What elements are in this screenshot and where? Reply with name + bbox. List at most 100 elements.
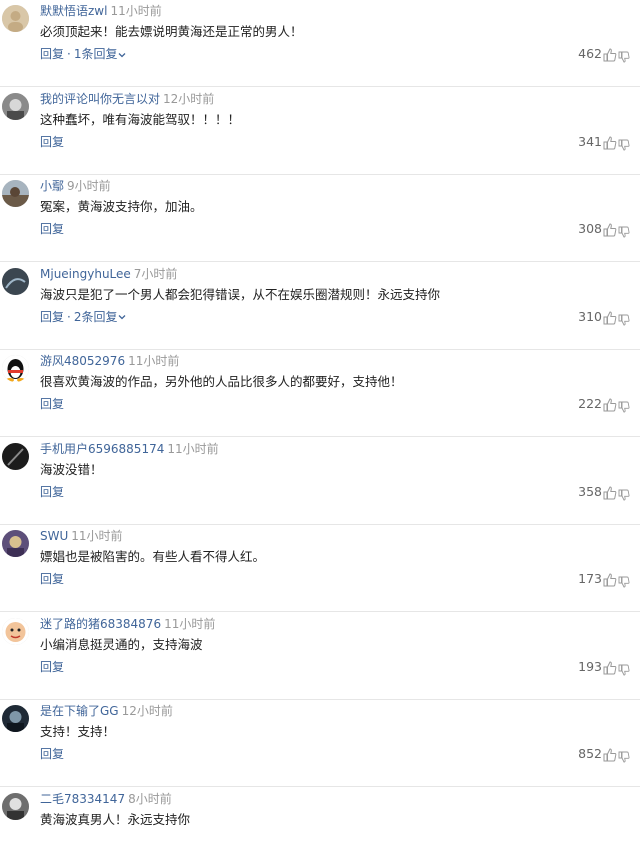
- like-count: 222: [578, 396, 602, 411]
- thumbs-down-icon[interactable]: [618, 311, 630, 325]
- reply-button[interactable]: 回复: [40, 222, 64, 236]
- comment-time: 11小时前: [110, 4, 162, 18]
- comment-text: 海波没错！: [40, 461, 103, 477]
- like-count: 310: [578, 308, 602, 324]
- username-link[interactable]: 默默悟语zwl: [40, 4, 107, 18]
- thumbs-up-icon[interactable]: [603, 747, 617, 762]
- reply-button[interactable]: 回复: [40, 397, 64, 411]
- comment-item: MjueingyhuLee 7小时前 海波只是犯了一个男人都会犯得错误，从不在娱乐…: [0, 263, 640, 350]
- like-count: 193: [578, 658, 602, 674]
- like-count: 308: [578, 221, 602, 236]
- comment-item: 我的评论叫你无言以对 12小时前 这种蠢坏，唯有海波能驾驭！！！！ 回复 341: [0, 88, 640, 175]
- comment-item: SWU 11小时前 嫖娼也是被陷害的。有些人看不得人红。 回复 173: [0, 525, 640, 612]
- comment-actions: 回复 · 2条回复: [40, 308, 126, 326]
- thumbs-down-icon[interactable]: [618, 573, 630, 588]
- comment-actions: 回复: [40, 220, 64, 238]
- chevron-down-icon: [117, 310, 126, 324]
- reply-button[interactable]: 回复: [40, 485, 64, 499]
- comment-text: 这种蠢坏，唯有海波能驾驭！！！！: [40, 111, 241, 127]
- comment-time: 8小时前: [128, 791, 172, 806]
- comment-item: 二毛78334147 8小时前 黄海波真男人！永远支持你: [0, 788, 640, 846]
- avatar[interactable]: [2, 530, 29, 557]
- comment-time: 11小时前: [128, 354, 180, 368]
- reply-button[interactable]: 回复: [40, 310, 64, 324]
- username-link[interactable]: MjueingyhuLee: [40, 267, 131, 281]
- thumbs-up-icon[interactable]: [603, 572, 617, 587]
- username-link[interactable]: 二毛78334147: [40, 792, 125, 806]
- like-count: 852: [578, 746, 602, 761]
- comment-text: 很喜欢黄海波的作品，另外他的人品比很多人的都要好，支持他！: [40, 374, 403, 389]
- username-link[interactable]: 我的评论叫你无言以对: [40, 92, 160, 106]
- avatar[interactable]: [2, 617, 29, 645]
- reply-button[interactable]: 回复: [40, 47, 64, 61]
- reply-button[interactable]: 回复: [40, 135, 64, 149]
- avatar[interactable]: [2, 267, 29, 295]
- thumbs-up-icon[interactable]: [603, 485, 617, 499]
- comment-time: 11小时前: [167, 441, 219, 456]
- separator: ·: [67, 309, 71, 324]
- comment-meta: 手机用户6596885174 11小时前: [40, 441, 219, 457]
- username-link[interactable]: 游风48052976: [40, 354, 125, 368]
- username-link[interactable]: 手机用户6596885174: [40, 442, 164, 456]
- comment-meta: 迷了路的猪68384876 11小时前: [40, 616, 215, 632]
- username-link[interactable]: SWU: [40, 529, 68, 543]
- comment-meta: 默默悟语zwl 11小时前: [40, 3, 162, 19]
- reply-button[interactable]: 回复: [40, 660, 64, 674]
- thumbs-up-icon[interactable]: [603, 222, 617, 237]
- avatar[interactable]: [2, 442, 29, 470]
- avatar[interactable]: [2, 180, 29, 207]
- thumbs-down-icon[interactable]: [618, 48, 630, 63]
- comment-actions: 回复: [40, 658, 64, 676]
- comment-item: 是在下输了GG 12小时前 支持！支持！ 回复 852: [0, 700, 640, 787]
- like-count: 358: [578, 483, 602, 499]
- avatar[interactable]: [2, 355, 29, 382]
- thumbs-up-icon[interactable]: [603, 310, 617, 324]
- comment-meta: MjueingyhuLee 7小时前: [40, 266, 177, 282]
- comment-time: 7小时前: [133, 266, 178, 281]
- comment-actions: 回复: [40, 745, 64, 763]
- thumbs-down-icon[interactable]: [618, 748, 630, 763]
- comment-text: 支持！支持！: [40, 724, 116, 739]
- comment-time: 11小时前: [71, 529, 123, 543]
- thumbs-up-icon[interactable]: [603, 660, 617, 674]
- username-link[interactable]: 小鄢: [40, 179, 64, 193]
- thumbs-down-icon[interactable]: [618, 661, 630, 675]
- avatar[interactable]: [2, 92, 29, 120]
- thumbs-down-icon[interactable]: [618, 486, 630, 500]
- separator: ·: [67, 47, 71, 61]
- username-link[interactable]: 迷了路的猪68384876: [40, 617, 161, 631]
- comment-time: 12小时前: [163, 91, 215, 106]
- view-replies-link[interactable]: 2条回复: [74, 310, 127, 324]
- avatar[interactable]: [2, 705, 29, 732]
- comment-meta: 二毛78334147 8小时前: [40, 791, 172, 807]
- comment-item: 手机用户6596885174 11小时前 海波没错！ 回复 358: [0, 438, 640, 525]
- replies-count-label: 1条回复: [73, 47, 118, 61]
- comment-text: 黄海波真男人！永远支持你: [40, 811, 191, 827]
- reply-button[interactable]: 回复: [40, 747, 64, 761]
- comment-text: 冤案，黄海波支持你，加油。: [40, 199, 203, 214]
- replies-count-label: 2条回复: [73, 309, 118, 324]
- comment-actions: 回复: [40, 133, 64, 151]
- reply-button[interactable]: 回复: [40, 572, 64, 586]
- thumbs-down-icon[interactable]: [618, 398, 630, 413]
- avatar[interactable]: [2, 5, 29, 32]
- comment-list: 默默悟语zwl 11小时前 必须顶起来！能去嫖说明黄海还是正常的男人！ 回复 · 1条…: [0, 0, 640, 846]
- thumbs-up-icon[interactable]: [603, 397, 617, 412]
- comment-time: 11小时前: [164, 616, 216, 631]
- comment-actions: 回复: [40, 570, 64, 588]
- comment-item: 迷了路的猪68384876 11小时前 小编消息挺灵通的，支持海波 回复 193: [0, 613, 640, 700]
- thumbs-down-icon[interactable]: [618, 223, 630, 238]
- thumbs-up-icon[interactable]: [603, 135, 617, 149]
- chevron-down-icon: [117, 47, 126, 61]
- comment-text: 嫖娼也是被陷害的。有些人看不得人红。: [40, 549, 266, 564]
- comment-actions: 回复: [40, 395, 64, 413]
- thumbs-down-icon[interactable]: [618, 136, 630, 150]
- comment-meta: 游风48052976 11小时前: [40, 353, 179, 369]
- comment-actions: 回复 · 1条回复: [40, 45, 126, 63]
- avatar[interactable]: [2, 792, 29, 820]
- like-count: 341: [578, 133, 602, 149]
- view-replies-link[interactable]: 1条回复: [74, 47, 127, 61]
- thumbs-up-icon[interactable]: [603, 47, 617, 62]
- username-link[interactable]: 是在下输了GG: [40, 704, 119, 718]
- comment-time: 9小时前: [67, 179, 111, 193]
